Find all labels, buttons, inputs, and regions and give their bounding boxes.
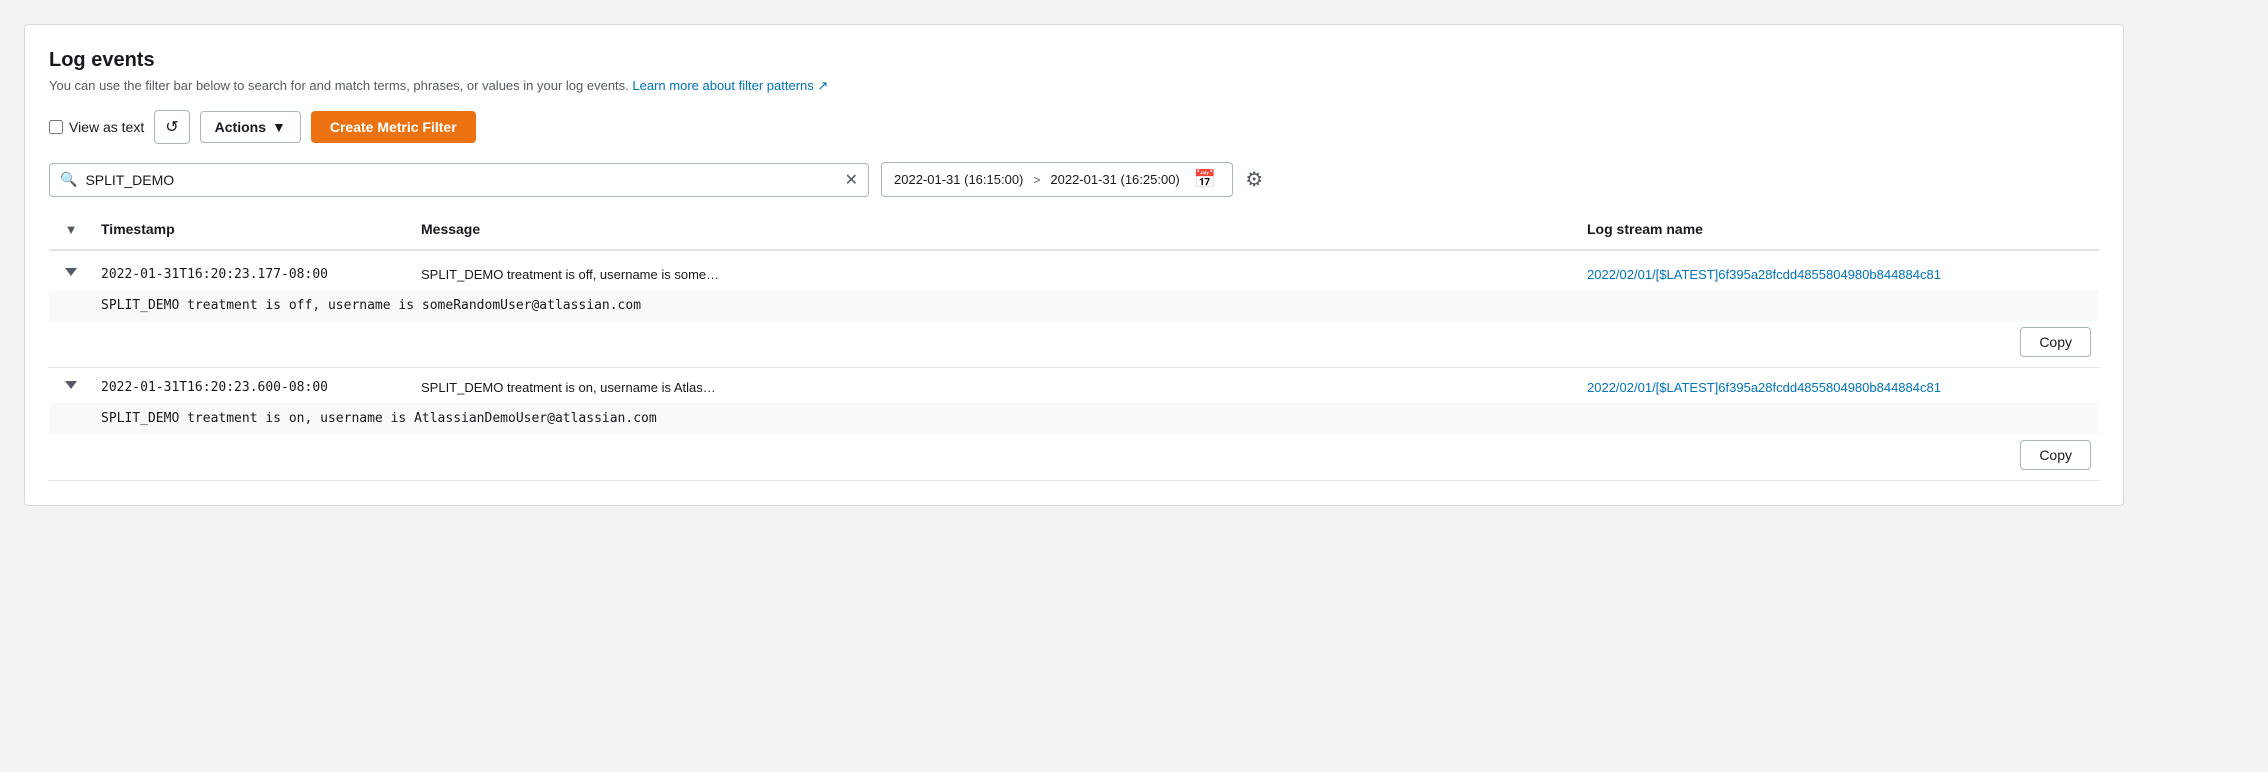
view-as-text-checkbox-label[interactable]: View as text: [49, 119, 144, 135]
log-row-main[interactable]: 2022-01-31T16:20:23.600-08:00 SPLIT_DEMO…: [49, 378, 2099, 397]
date-range-picker[interactable]: 2022-01-31 (16:15:00) > 2022-01-31 (16:2…: [881, 162, 1233, 197]
sort-icon: ▼: [65, 222, 78, 237]
message-header: Message: [413, 217, 1579, 241]
refresh-icon: ↺: [165, 117, 178, 137]
search-row: 🔍 ✕ 2022-01-31 (16:15:00) > 2022-01-31 (…: [49, 162, 2099, 197]
table-row: 2022-01-31T16:20:23.600-08:00 SPLIT_DEMO…: [49, 368, 2099, 481]
log-message-short: SPLIT_DEMO treatment is off, username is…: [413, 265, 1579, 284]
expand-triangle-icon[interactable]: [65, 381, 77, 389]
refresh-button[interactable]: ↺: [154, 110, 189, 144]
log-stream-header: Log stream name: [1579, 217, 2099, 241]
actions-button[interactable]: Actions ▼: [200, 111, 301, 143]
timestamp-header: Timestamp: [93, 217, 413, 241]
toolbar: View as text ↺ Actions ▼ Create Metric F…: [49, 110, 2099, 144]
table-header: ▼ Timestamp Message Log stream name: [49, 217, 2099, 251]
table-row: 2022-01-31T16:20:23.177-08:00 SPLIT_DEMO…: [49, 255, 2099, 368]
log-stream-link[interactable]: 2022/02/01/[$LATEST]6f395a28fcdd48558049…: [1579, 265, 2099, 284]
log-stream-link[interactable]: 2022/02/01/[$LATEST]6f395a28fcdd48558049…: [1579, 378, 2099, 397]
page-description: You can use the filter bar below to sear…: [49, 78, 2099, 94]
copy-button[interactable]: Copy: [2020, 327, 2091, 357]
create-metric-filter-button[interactable]: Create Metric Filter: [311, 111, 476, 143]
settings-button[interactable]: ⚙: [1245, 167, 1263, 192]
expand-triangle-icon[interactable]: [65, 268, 77, 276]
search-icon: 🔍: [60, 171, 77, 188]
row-expand-toggle[interactable]: [49, 378, 93, 389]
calendar-icon: 📅: [1194, 169, 1216, 190]
page-title: Log events: [49, 49, 2099, 72]
copy-button[interactable]: Copy: [2020, 440, 2091, 470]
search-input[interactable]: [85, 172, 836, 188]
clear-search-button[interactable]: ✕: [845, 170, 858, 190]
calendar-button[interactable]: 📅: [1190, 169, 1220, 190]
copy-btn-wrap: Copy: [49, 440, 2099, 470]
dropdown-arrow-icon: ▼: [272, 119, 286, 135]
row-expand-toggle[interactable]: [49, 265, 93, 276]
log-timestamp: 2022-01-31T16:20:23.177-08:00: [93, 265, 413, 284]
external-link-icon: ↗: [817, 78, 828, 93]
clear-icon: ✕: [845, 170, 858, 190]
search-box: 🔍 ✕: [49, 163, 869, 197]
gear-icon: ⚙: [1245, 167, 1263, 192]
main-container: Log events You can use the filter bar be…: [24, 24, 2124, 506]
learn-more-link[interactable]: Learn more about filter patterns ↗: [632, 78, 828, 93]
log-expanded-message: SPLIT_DEMO treatment is off, username is…: [49, 290, 2099, 321]
view-as-text-checkbox[interactable]: [49, 120, 63, 134]
log-expanded-message: SPLIT_DEMO treatment is on, username is …: [49, 403, 2099, 434]
log-events-table: ▼ Timestamp Message Log stream name 2022…: [49, 217, 2099, 481]
log-message-short: SPLIT_DEMO treatment is on, username is …: [413, 378, 1579, 397]
sort-header[interactable]: ▼: [49, 217, 93, 241]
copy-btn-wrap: Copy: [49, 327, 2099, 357]
date-range-arrow-icon: >: [1033, 173, 1040, 187]
log-row-main[interactable]: 2022-01-31T16:20:23.177-08:00 SPLIT_DEMO…: [49, 265, 2099, 284]
log-timestamp: 2022-01-31T16:20:23.600-08:00: [93, 378, 413, 397]
